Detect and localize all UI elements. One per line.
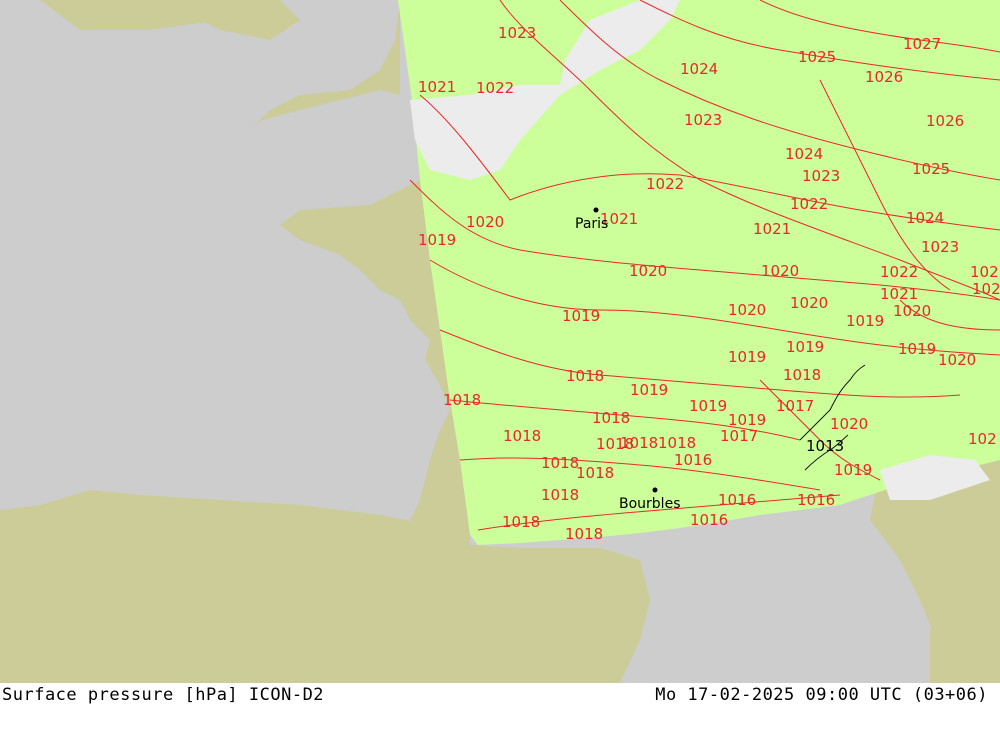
isobar-label: 1026	[926, 112, 964, 130]
isobar-label: 1026	[865, 68, 903, 86]
isobar-label: 1018	[592, 409, 630, 427]
isobar-label: 1020	[761, 262, 799, 280]
isobar-label: 1019	[834, 461, 872, 479]
city-label: Bourbles	[619, 496, 680, 512]
isobar-label: 1016	[690, 511, 728, 529]
city-marker	[593, 207, 599, 213]
isobar-label: 1018	[541, 454, 579, 472]
isobar-label: 1021	[753, 220, 791, 238]
isobar-label: 1018	[783, 366, 821, 384]
isobar-label: 1020	[466, 213, 504, 231]
isobar-label: 1018	[502, 513, 540, 531]
isobar-label: 1020	[629, 262, 667, 280]
isobar-label: 1020	[728, 301, 766, 319]
isobar-label: 1018	[443, 391, 481, 409]
isobar-label: 1019	[898, 340, 936, 358]
isobar-label: 1022	[790, 195, 828, 213]
isobar-label: 1020	[893, 302, 931, 320]
surface-pressure-map: 1023 1024 1025 1027 1026 1026 1021 1022 …	[0, 0, 1000, 683]
isobar-label: 1021	[418, 78, 456, 96]
isobar-label: 102	[972, 280, 1000, 298]
isobar-label: 1024	[785, 145, 823, 163]
isobar-label: 1016	[674, 451, 712, 469]
isobar-label: 1019	[689, 397, 727, 415]
isobar-label: 102	[968, 430, 997, 448]
isobar-label: 1016	[718, 491, 756, 509]
isobar-label: 1020	[830, 415, 868, 433]
isobar-label: 1018	[658, 434, 696, 452]
isobar-label: 1013	[806, 437, 844, 455]
map-valid-time: Mo 17-02-2025 09:00 UTC (03+06)	[655, 685, 988, 705]
isobar-label: 1022	[880, 263, 918, 281]
isobar-label: 1027	[903, 35, 941, 53]
isobar-label: 1019	[630, 381, 668, 399]
city-label: Paris	[575, 216, 608, 232]
isobar-label: 1019	[418, 231, 456, 249]
isobar-label: 1017	[776, 397, 814, 415]
isobar-label: 1021	[880, 285, 918, 303]
isobar-label: 1025	[798, 48, 836, 66]
isobar-label: 1020	[790, 294, 828, 312]
isobar-label: 1023	[498, 24, 536, 42]
isobar-label: 1023	[684, 111, 722, 129]
isobar-label: 1018	[576, 464, 614, 482]
footer-bar: Surface pressure [hPa] ICON-D2 Mo 17-02-…	[0, 683, 1000, 733]
isobar-label: 1018	[503, 427, 541, 445]
isobar-label: 1020	[938, 351, 976, 369]
isobar-label: 1019	[562, 307, 600, 325]
isobar-label: 1016	[797, 491, 835, 509]
isobar-label: 1022	[646, 175, 684, 193]
isobar-label: 1018	[541, 486, 579, 504]
isobar-label: 102	[970, 263, 999, 281]
isobar-label: 1024	[680, 60, 718, 78]
isobar-label: 1019	[786, 338, 824, 356]
isobar-label: 1018	[565, 525, 603, 543]
city-marker	[652, 487, 658, 493]
isobar-label: 1018	[596, 435, 634, 453]
isobar-label: 1019	[728, 348, 766, 366]
isobar-label: 1022	[476, 79, 514, 97]
isobar-label: 1019	[846, 312, 884, 330]
isobar-label: 1017	[720, 427, 758, 445]
map-title: Surface pressure [hPa] ICON-D2	[2, 685, 325, 705]
isobar-label: 1023	[921, 238, 959, 256]
isobar-label: 1025	[912, 160, 950, 178]
isobar-label: 1024	[906, 209, 944, 227]
isobar-label: 1023	[802, 167, 840, 185]
isobar-label: 1018	[566, 367, 604, 385]
